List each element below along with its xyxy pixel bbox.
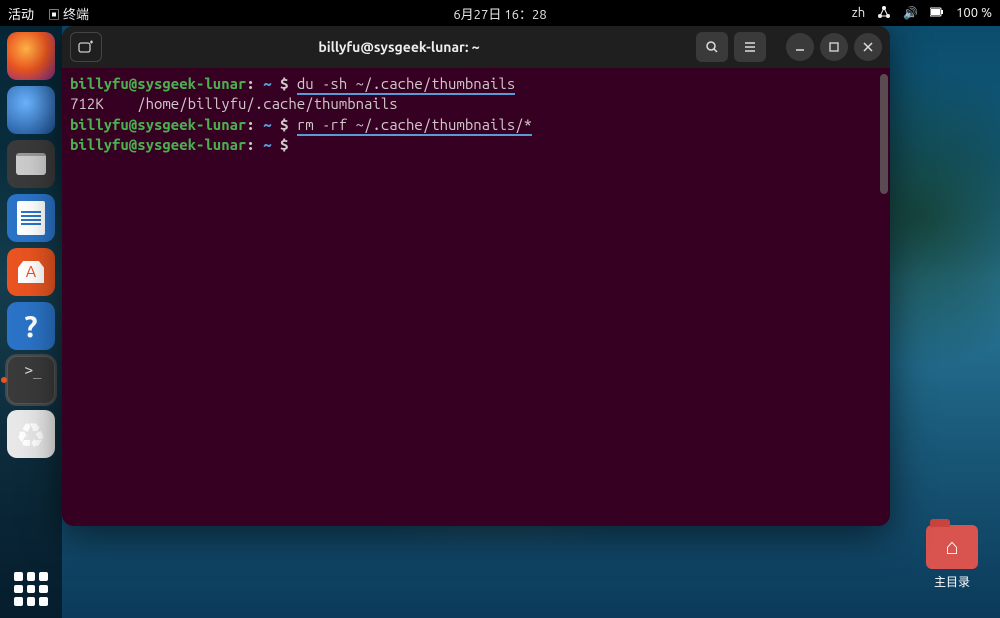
terminal-launcher[interactable]: >_: [7, 356, 55, 404]
thunderbird-launcher[interactable]: [7, 86, 55, 134]
battery-icon[interactable]: [930, 6, 944, 21]
terminal-line: billyfu@sysgeek-lunar: ~ $: [70, 135, 882, 155]
maximize-button[interactable]: [820, 33, 848, 61]
software-center-launcher[interactable]: A: [7, 248, 55, 296]
minimize-button[interactable]: [786, 33, 814, 61]
terminal-indicator-icon: ▣: [48, 9, 60, 22]
volume-icon[interactable]: 🔊: [903, 6, 918, 20]
files-launcher[interactable]: [7, 140, 55, 188]
terminal-scrollbar[interactable]: [880, 74, 888, 194]
terminal-line: billyfu@sysgeek-lunar: ~ $ du -sh ~/.cac…: [70, 74, 882, 94]
terminal-body[interactable]: billyfu@sysgeek-lunar: ~ $ du -sh ~/.cac…: [62, 68, 890, 526]
current-app-indicator[interactable]: ▣ 终端: [48, 4, 89, 23]
terminal-line: billyfu@sysgeek-lunar: ~ $ rm -rf ~/.cac…: [70, 115, 882, 135]
desktop-home-folder[interactable]: ⌂ 主目录: [926, 525, 978, 590]
search-button[interactable]: [696, 32, 728, 62]
hamburger-menu-button[interactable]: [734, 32, 766, 62]
terminal-window: billyfu@sysgeek-lunar: ~ billyfu@sysgeek…: [62, 26, 890, 526]
clock[interactable]: 6月27日 16：28: [453, 4, 546, 23]
writer-launcher[interactable]: [7, 194, 55, 242]
firefox-launcher[interactable]: [7, 32, 55, 80]
close-button[interactable]: [854, 33, 882, 61]
home-folder-icon: ⌂: [926, 525, 978, 569]
network-icon[interactable]: [877, 5, 891, 22]
top-bar: 活动 ▣ 终端 6月27日 16：28 zh 🔊 100 %: [0, 0, 1000, 26]
terminal-line: 712K /home/billyfu/.cache/thumbnails: [70, 94, 882, 114]
new-tab-button[interactable]: [70, 32, 102, 62]
help-launcher[interactable]: ?: [7, 302, 55, 350]
trash-launcher[interactable]: ♻: [7, 410, 55, 458]
input-method-indicator[interactable]: zh: [852, 6, 865, 20]
battery-percent: 100 %: [956, 6, 992, 20]
activities-button[interactable]: 活动: [8, 4, 34, 23]
show-applications-button[interactable]: [14, 572, 48, 606]
terminal-title: billyfu@sysgeek-lunar: ~: [108, 39, 690, 55]
home-folder-label: 主目录: [934, 573, 970, 590]
dock: A ? >_ ♻: [0, 26, 62, 618]
terminal-titlebar[interactable]: billyfu@sysgeek-lunar: ~: [62, 26, 890, 68]
current-app-label: 终端: [63, 8, 89, 22]
